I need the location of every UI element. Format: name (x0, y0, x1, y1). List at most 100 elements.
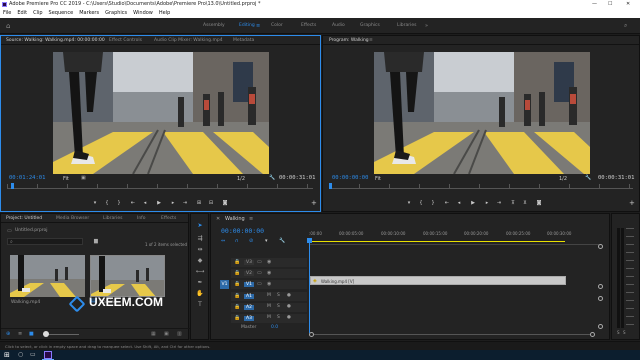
tab-source[interactable]: Source: Walking: Walking.mp4: 00:00:00:0… (6, 36, 105, 45)
timeline-playhead[interactable] (309, 239, 310, 333)
solo-icon[interactable]: S (277, 315, 280, 320)
source-playhead[interactable] (11, 183, 14, 189)
program-playhead[interactable] (329, 183, 332, 189)
lock-icon[interactable]: 🔒 (234, 293, 240, 299)
snap-icon[interactable]: ∩ (235, 238, 239, 244)
mark-in-icon[interactable]: { (103, 200, 111, 206)
master-volume[interactable]: 0.0 (271, 325, 278, 330)
solo-icon[interactable]: S (617, 330, 620, 335)
program-menu-icon[interactable]: ≡ (369, 36, 373, 45)
source-fit-select[interactable]: Fit (63, 176, 69, 182)
new-bin-icon[interactable]: ▦ (151, 331, 156, 337)
go-to-out-icon[interactable]: ⇥ (181, 200, 189, 206)
menu-clip[interactable]: Clip (33, 10, 42, 16)
search-help-icon[interactable]: ⌕ (624, 22, 627, 30)
timeline-menu-icon[interactable]: ≡ (249, 216, 253, 222)
video-clip[interactable]: ◈ Walking.mp4 [V] (310, 276, 566, 285)
step-back-icon[interactable]: ◂ (141, 200, 149, 206)
pen-tool-icon[interactable]: ✒ (195, 278, 205, 287)
type-tool-icon[interactable]: T (195, 300, 205, 309)
menu-sequence[interactable]: Sequence (49, 10, 74, 16)
tab-project[interactable]: Project: Untitled (6, 214, 42, 223)
add-marker-icon[interactable]: ▾ (91, 200, 99, 206)
tab-media-browser[interactable]: Media Browser (56, 214, 89, 223)
solo-icon[interactable]: S (277, 293, 280, 298)
menu-help[interactable]: Help (159, 10, 170, 16)
wrench-icon[interactable]: 🔧 (269, 175, 275, 181)
home-icon[interactable]: ⌂ (6, 22, 10, 30)
extract-icon[interactable]: ⊻ (521, 200, 529, 206)
hand-tool-icon[interactable]: ✋ (195, 289, 205, 298)
minimize-icon[interactable]: — (592, 0, 597, 9)
taskbar-search-icon[interactable]: ○ (18, 351, 23, 358)
timeline-scrollbar[interactable] (309, 332, 599, 337)
ripple-edit-tool-icon[interactable]: ⇹ (195, 245, 205, 254)
lock-icon[interactable]: 🔒 (234, 281, 240, 287)
project-item-thumb[interactable] (10, 255, 85, 297)
plus-icon[interactable]: + (311, 199, 317, 207)
eye-icon[interactable]: ◉ (267, 281, 271, 287)
tab-info[interactable]: Info (137, 214, 146, 223)
go-to-out-icon[interactable]: ⇥ (495, 200, 503, 206)
lock-icon[interactable]: 🔒 (234, 315, 240, 321)
menu-window[interactable]: Window (133, 10, 153, 16)
search-input[interactable]: ⌕ (7, 238, 83, 245)
mark-in-icon[interactable]: { (417, 200, 425, 206)
mark-out-icon[interactable]: } (429, 200, 437, 206)
track-header-v1[interactable]: 🔒 V1 ▭ ◉ (231, 280, 307, 289)
solo-icon[interactable]: S (277, 304, 280, 309)
task-view-icon[interactable]: ▭ (30, 351, 36, 358)
trash-icon[interactable]: ▥ (177, 331, 182, 337)
lock-icon[interactable]: 🔒 (234, 270, 240, 276)
source-resolution-select[interactable]: 1/2 (237, 176, 245, 182)
track-select-tool-icon[interactable]: ⇶ (195, 234, 205, 243)
timeline-timecode[interactable]: 00:00:00:00 (221, 227, 264, 235)
lock-icon[interactable]: ⊕ (6, 331, 10, 337)
lift-icon[interactable]: ⊼ (509, 200, 517, 206)
mic-icon[interactable]: ● (287, 315, 291, 320)
wrench-icon[interactable]: 🔧 (585, 175, 591, 181)
insert-icon[interactable]: ⊞ (195, 200, 203, 206)
source-timeline-ruler[interactable] (7, 184, 313, 189)
menu-graphics[interactable]: Graphics (105, 10, 127, 16)
mute-icon[interactable]: M (267, 293, 271, 298)
menu-markers[interactable]: Markers (79, 10, 99, 16)
eye-icon[interactable]: ◉ (267, 270, 271, 276)
track-header-v3[interactable]: 🔒 V3 ▭ ◉ (231, 258, 307, 267)
list-view-icon[interactable]: ≣ (18, 331, 22, 337)
overwrite-icon[interactable]: ⊟ (207, 200, 215, 206)
program-timeline-ruler[interactable] (329, 184, 633, 189)
workspace-editing[interactable]: Editing (239, 18, 255, 34)
play-icon[interactable]: ▶ (155, 200, 163, 206)
source-timecode-current[interactable]: 00:01:24:01 (9, 175, 45, 181)
menu-edit[interactable]: Edit (17, 10, 27, 16)
source-settings-icon[interactable]: ▣ (81, 175, 86, 181)
vscroll-handle-top[interactable] (598, 244, 603, 249)
maximize-icon[interactable]: ☐ (608, 0, 612, 9)
tab-metadata[interactable]: Metadata (233, 36, 254, 45)
add-marker-icon[interactable]: ▾ (405, 200, 413, 206)
solo-icon[interactable]: S (623, 330, 626, 335)
sync-icon[interactable]: ▭ (257, 259, 262, 265)
tab-program[interactable]: Program: Walking (329, 36, 369, 45)
overflow-icon[interactable]: » (425, 18, 428, 34)
tab-audio-clip-mixer[interactable]: Audio Clip Mixer: Walking.mp4 (154, 36, 223, 45)
program-timecode-current[interactable]: 00:00:00:00 (332, 175, 368, 181)
mute-icon[interactable]: M (267, 315, 271, 320)
scroll-handle-right[interactable] (590, 332, 595, 337)
zoom-slider-handle[interactable] (43, 331, 49, 337)
tab-effects[interactable]: Effects (161, 214, 176, 223)
track-header-a3[interactable]: 🔒 A3 M S ● (231, 314, 307, 323)
source-patch-v1[interactable]: V1 (220, 280, 229, 289)
export-frame-icon[interactable]: ◙ (221, 200, 229, 206)
program-fit-select[interactable]: Fit (375, 176, 381, 182)
scroll-track[interactable] (314, 334, 590, 335)
track-header-a1[interactable]: 🔒 A1 M S ● (231, 292, 307, 301)
program-resolution-select[interactable]: 1/2 (559, 176, 567, 182)
mic-icon[interactable]: ● (287, 304, 291, 309)
step-forward-icon[interactable]: ▸ (169, 200, 177, 206)
menu-file[interactable]: File (3, 10, 11, 16)
work-area-bar[interactable] (311, 241, 565, 242)
linked-selection-icon[interactable]: ⊘ (249, 238, 253, 244)
track-header-v2[interactable]: 🔒 V2 ▭ ◉ (231, 269, 307, 278)
